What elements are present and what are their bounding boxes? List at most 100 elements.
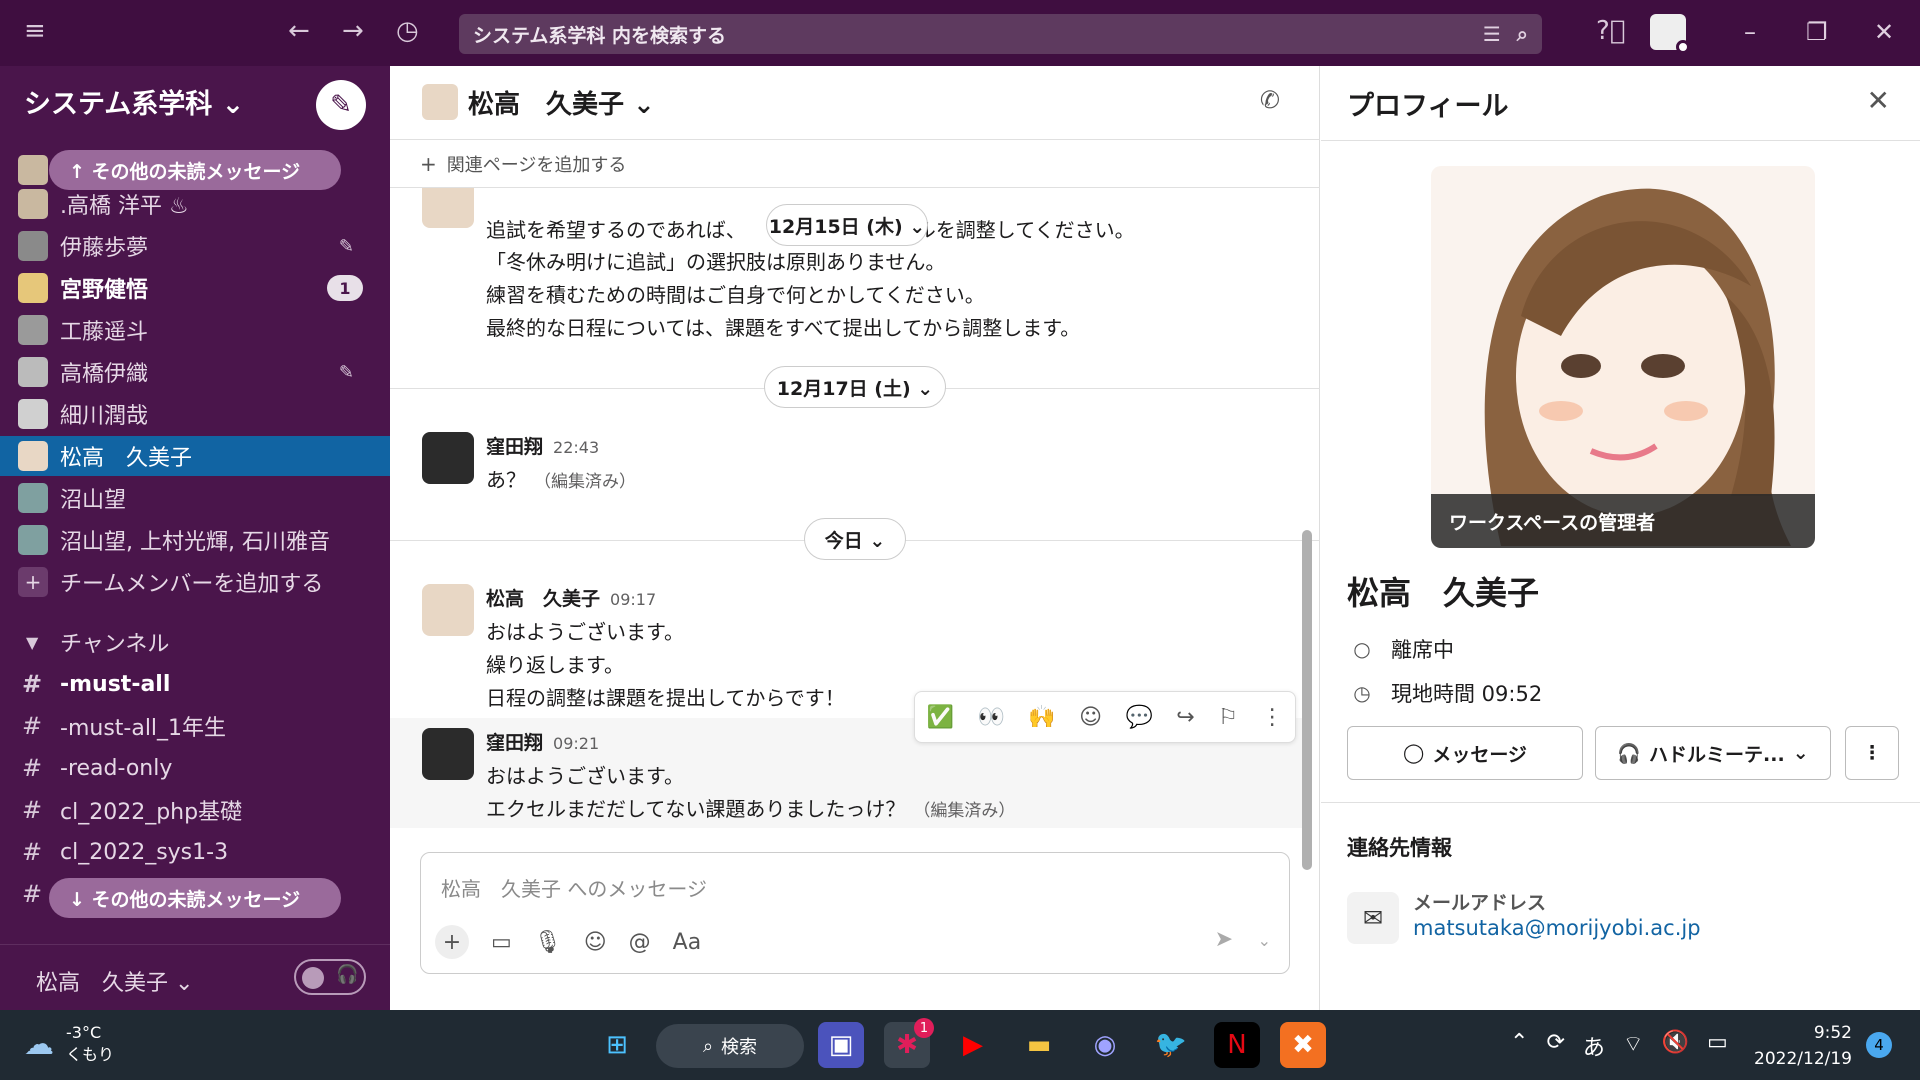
sidebar-item-dm[interactable]: 高橋伊織 ✎	[0, 352, 390, 392]
help-icon[interactable]: ?⃝	[1596, 16, 1625, 46]
slack-icon[interactable]: ✱ 1	[884, 1018, 934, 1068]
ime-indicator[interactable]: あ	[1583, 1030, 1605, 1062]
sidebar-item-channel[interactable]: # cl_2022_sys1-3	[0, 832, 390, 872]
mention-icon[interactable]: @	[629, 930, 651, 955]
sidebar-item-dm[interactable]: 工藤遥斗	[0, 310, 390, 350]
sync-icon[interactable]: ⟳	[1546, 1030, 1564, 1062]
reply-thread-icon[interactable]: 💬	[1125, 705, 1152, 730]
add-reaction-icon[interactable]: ☺	[1079, 705, 1102, 730]
profile-photo[interactable]: ワークスペースの管理者	[1431, 166, 1815, 548]
file-explorer-icon[interactable]: ▬	[1016, 1022, 1062, 1068]
search-icon: ⌕	[702, 1035, 714, 1057]
video-icon[interactable]: ▭	[491, 930, 512, 955]
bookmarks-bar[interactable]: + 関連ページを追加する	[390, 140, 1320, 188]
sidebar-item-label: 松高 久美子	[60, 446, 193, 471]
clock[interactable]: 9:52 2022/12/19	[1740, 1020, 1852, 1072]
netflix-icon[interactable]: N	[1214, 1022, 1260, 1068]
sidebar-item-dm[interactable]: 沼山望	[0, 478, 390, 518]
message-composer[interactable]: 松高 久美子 へのメッセージ + ▭ 🎙 ☺ @ Aa ➤ ⌄	[420, 852, 1290, 974]
workspace-name[interactable]: システム系学科 ⌄	[24, 82, 244, 121]
cloud-icon: ☁	[24, 1026, 54, 1062]
minimize-icon[interactable]: –	[1744, 18, 1756, 46]
search-input[interactable]: システム系学科 内を検索する ☰ ⌕	[459, 14, 1542, 54]
message-author[interactable]: 窪田翔 09:21	[486, 728, 599, 755]
sidebar-item-channel[interactable]: # -must-all_1年生	[0, 706, 390, 746]
chevron-down-icon[interactable]: ⌄	[1258, 931, 1271, 950]
add-teammates-button[interactable]: + チームメンバーを追加する	[0, 562, 390, 602]
back-icon[interactable]: ←	[288, 16, 310, 46]
eyes-reaction-icon[interactable]: 👀	[978, 705, 1005, 730]
sidebar-item-dm[interactable]: .高橋 洋平 ♨	[0, 184, 390, 224]
wifi-icon[interactable]: ⌔	[1623, 1030, 1644, 1062]
start-icon[interactable]: ⊞	[594, 1022, 640, 1068]
headphones-icon: 🎧	[336, 964, 359, 985]
user-avatar[interactable]	[1650, 14, 1690, 54]
close-icon[interactable]: ✕	[1867, 84, 1890, 117]
unread-below-button[interactable]: ↓ その他の未読メッセージ	[49, 878, 341, 918]
bookmark-icon[interactable]: ⚐	[1218, 705, 1238, 730]
share-icon[interactable]: ↪	[1176, 705, 1194, 730]
scrollbar[interactable]	[1302, 530, 1312, 870]
avatar	[422, 584, 474, 636]
huddle-button[interactable]: 🎧 ハドルミーテ... ⌄	[1595, 726, 1831, 780]
format-text-icon[interactable]: Aa	[673, 930, 702, 955]
microphone-icon[interactable]: 🎙	[534, 930, 562, 955]
button-label: メッセージ	[1432, 743, 1527, 766]
search-icon[interactable]: ⌕	[1517, 22, 1528, 46]
sidebar-item-channel[interactable]: # -read-only	[0, 748, 390, 788]
teams-icon[interactable]: ▣	[818, 1022, 864, 1068]
portrait-illustration	[1484, 188, 1791, 546]
youtube-icon[interactable]: ▶	[950, 1022, 996, 1068]
phone-icon[interactable]: ✆	[1260, 86, 1280, 114]
channels-section-header[interactable]: ▼ チャンネル	[0, 622, 390, 662]
author-name[interactable]: 窪田翔	[486, 732, 543, 754]
emoji-icon[interactable]: ☺	[584, 930, 607, 955]
xampp-icon[interactable]: ✖	[1280, 1022, 1326, 1068]
sidebar-item-dm-active[interactable]: 松高 久美子	[0, 436, 390, 476]
message-time[interactable]: 22:43	[553, 438, 599, 457]
battery-icon[interactable]: ▭	[1707, 1030, 1728, 1062]
author-name[interactable]: 窪田翔	[486, 436, 543, 458]
restore-icon[interactable]: ❐	[1806, 18, 1828, 46]
more-actions-icon[interactable]: ⋮	[1261, 705, 1283, 730]
message-author[interactable]: 窪田翔 22:43	[486, 432, 599, 459]
eclipse-icon[interactable]: ◉	[1082, 1022, 1128, 1068]
taskbar-search[interactable]: ⌕ 検索	[656, 1024, 804, 1068]
sidebar-item-channel[interactable]: # cl_2022_php基礎	[0, 790, 390, 830]
more-options-button[interactable]: ⋮	[1845, 726, 1899, 780]
raised-hands-reaction-icon[interactable]: 🙌	[1028, 705, 1055, 730]
message-button[interactable]: ◯ メッセージ	[1347, 726, 1583, 780]
date-divider-pill[interactable]: 12月17日 (土) ⌄	[764, 366, 946, 408]
message-time[interactable]: 09:17	[610, 590, 656, 609]
chevron-up-icon[interactable]: ⌃	[1510, 1030, 1528, 1062]
history-icon[interactable]: ◷	[396, 16, 419, 46]
notification-count[interactable]: 4	[1866, 1032, 1892, 1058]
weather-widget[interactable]: ☁ -3°C くもり	[24, 1022, 114, 1066]
filter-icon[interactable]: ☰	[1483, 22, 1501, 46]
menu-icon[interactable]: ≡	[24, 16, 46, 46]
forward-icon[interactable]: →	[342, 16, 364, 46]
sidebar-item-label: cl_2022_sys1-3	[60, 839, 229, 865]
send-icon[interactable]: ➤	[1215, 927, 1233, 952]
author-name[interactable]: 松高 久美子	[486, 588, 600, 610]
sidebar-item-group-dm[interactable]: 沼山望, 上村光輝, 石川雅音	[0, 520, 390, 560]
date-divider-pill[interactable]: 今日 ⌄	[804, 518, 906, 560]
email-link[interactable]: matsutaka@morijyobi.ac.jp	[1413, 916, 1701, 940]
twitter-icon[interactable]: 🐦	[1148, 1022, 1194, 1068]
sidebar-item-dm[interactable]: 細川潤哉	[0, 394, 390, 434]
compose-icon[interactable]: ✎	[316, 80, 366, 130]
huddle-toggle[interactable]: 🎧	[294, 959, 366, 995]
check-reaction-icon[interactable]: ✅	[927, 705, 954, 730]
title-bar: ≡ ← → ◷ システム系学科 内を検索する ☰ ⌕ ?⃝ – ❐ ✕	[0, 0, 1920, 66]
sidebar-item-dm[interactable]: 伊藤歩夢 ✎	[0, 226, 390, 266]
attach-plus-icon[interactable]: +	[435, 925, 469, 959]
sidebar-item-dm[interactable]: 宮野健悟 1	[0, 268, 390, 308]
message-author[interactable]: 松高 久美子 09:17	[486, 584, 656, 611]
date-divider-pill[interactable]: 12月15日 (木) ⌄	[766, 204, 928, 246]
sidebar-item-channel[interactable]: # -must-all	[0, 664, 390, 704]
close-window-icon[interactable]: ✕	[1874, 18, 1894, 46]
huddle-user-name[interactable]: 松高 久美子 ⌄	[36, 965, 193, 997]
channel-title[interactable]: 松高 久美子 ⌄	[468, 84, 655, 121]
speaker-muted-icon[interactable]: 🔇	[1662, 1030, 1689, 1062]
message-time[interactable]: 09:21	[553, 734, 599, 753]
